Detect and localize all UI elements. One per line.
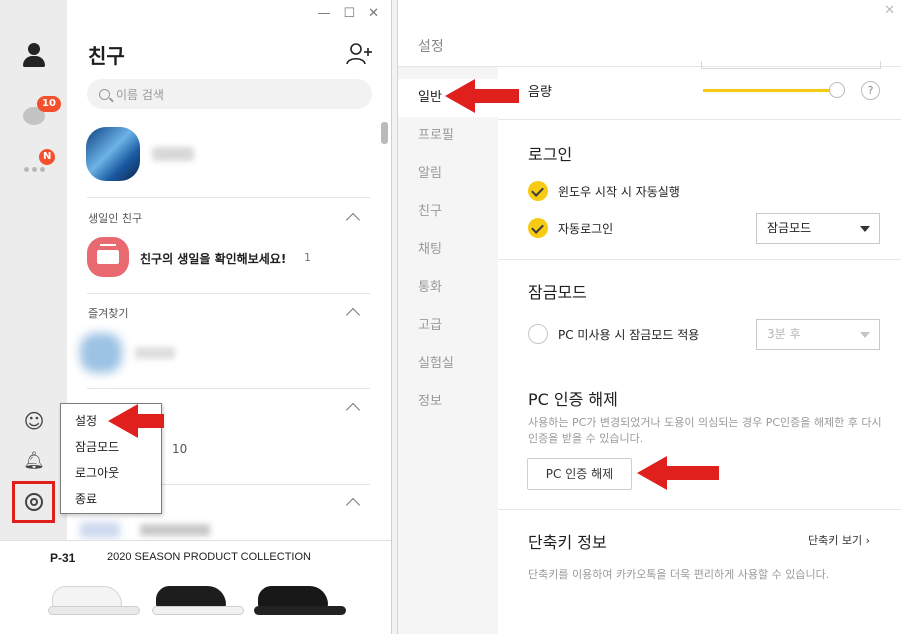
- pc-auth-release-button[interactable]: PC 인증 해제: [527, 458, 632, 490]
- settings-gear-button[interactable]: [12, 481, 55, 523]
- divider: [498, 119, 901, 120]
- birthday-count: 1: [304, 251, 311, 264]
- pc-auth-section-title: PC 인증 해제: [528, 390, 618, 409]
- cake-icon: [87, 237, 129, 277]
- black-sneaker-image: [254, 586, 346, 620]
- notification-button[interactable]: 🔔︎: [20, 447, 48, 475]
- shortcut-section-title: 단축키 정보: [528, 533, 607, 552]
- chats-tab[interactable]: 10: [17, 96, 61, 133]
- settings-nav: 일반 프로필 알림 친구 채팅 통화 고급 실험실 정보: [398, 67, 498, 634]
- auto-login-mode-value: 잠금모드: [767, 221, 812, 235]
- nav-item-profile[interactable]: 프로필: [398, 117, 498, 155]
- help-icon[interactable]: ?: [861, 81, 880, 100]
- menu-item-exit[interactable]: 종료: [61, 486, 161, 512]
- dropdown-arrow-icon: [860, 226, 870, 232]
- auto-login-checkbox[interactable]: [528, 218, 548, 238]
- chat-badge: 10: [37, 96, 61, 112]
- nav-item-advanced[interactable]: 고급: [398, 307, 498, 345]
- search-icon: [99, 88, 110, 100]
- ad-banner[interactable]: P-31 2020 SEASON PRODUCT COLLECTION: [0, 540, 391, 634]
- more-tab[interactable]: N: [17, 149, 56, 186]
- favorite-friend-blurred[interactable]: [80, 333, 180, 373]
- chevron-right-icon: ›: [865, 534, 871, 547]
- friend-row-blurred[interactable]: [80, 518, 220, 540]
- search-input[interactable]: 이름 검색: [87, 79, 372, 109]
- divider: [87, 388, 370, 389]
- emoticon-button[interactable]: ☺: [20, 407, 48, 435]
- bell-icon: 🔔︎: [23, 451, 45, 471]
- favorites-section-label: 즐겨찾기: [88, 307, 129, 320]
- add-friend-icon: [346, 43, 372, 65]
- my-profile-name-blurred: [152, 147, 194, 161]
- divider: [498, 259, 901, 260]
- divider: [87, 293, 370, 294]
- shortcut-description: 단축키를 이용하여 카카오톡을 더욱 편리하게 사용할 수 있습니다.: [528, 568, 830, 581]
- maximize-icon[interactable]: ☐: [343, 6, 355, 21]
- auto-login-mode-select[interactable]: 잠금모드: [756, 213, 880, 244]
- idle-time-value: 3분 후: [767, 327, 801, 341]
- gear-icon: [24, 493, 43, 511]
- more-badge: N: [39, 149, 56, 165]
- black-sneaker-image: [152, 586, 244, 620]
- close-icon[interactable]: ✕: [884, 3, 895, 18]
- group-count: 10: [172, 442, 188, 456]
- close-icon[interactable]: ✕: [368, 6, 379, 21]
- friends-tab[interactable]: [17, 38, 51, 72]
- auto-start-checkbox[interactable]: [528, 181, 548, 201]
- nav-item-lab[interactable]: 실험실: [398, 345, 498, 383]
- nav-item-chat[interactable]: 채팅: [398, 231, 498, 269]
- white-sneaker-image: [48, 586, 140, 620]
- idle-lock-label: PC 미사용 시 잠금모드 적용: [558, 328, 700, 342]
- settings-content: 음량 ? 로그인 윈도우 시작 시 자동실행 자동로그인 잠금모드 잠금모드 P…: [498, 61, 901, 634]
- settings-title: 설정: [418, 39, 444, 55]
- lock-section-title: 잠금모드: [528, 283, 587, 302]
- volume-slider-knob[interactable]: [829, 82, 845, 98]
- page-title: 친구: [88, 44, 125, 68]
- scrollbar[interactable]: [381, 122, 388, 144]
- chevron-up-icon[interactable]: [345, 402, 361, 418]
- shortcut-link-label: 단축키 보기: [808, 534, 863, 547]
- nav-item-call[interactable]: 통화: [398, 269, 498, 307]
- auto-start-label: 윈도우 시작 시 자동실행: [558, 185, 680, 199]
- more-dots-icon: [23, 166, 45, 172]
- divider: [498, 509, 901, 510]
- side-rail: 10 N ☺ 🔔︎: [0, 0, 67, 540]
- idle-time-select[interactable]: 3분 후: [756, 319, 880, 350]
- ad-code: P-31: [50, 551, 76, 565]
- person-icon: [23, 43, 45, 67]
- login-section-title: 로그인: [528, 145, 573, 164]
- chevron-up-icon[interactable]: [345, 307, 361, 323]
- nav-item-notifications[interactable]: 알림: [398, 155, 498, 193]
- dropdown-arrow-icon: [860, 332, 870, 338]
- birthday-banner[interactable]: 친구의 생일을 확인해보세요!: [140, 250, 286, 267]
- search-placeholder: 이름 검색: [116, 87, 164, 102]
- nav-item-info[interactable]: 정보: [398, 383, 498, 421]
- shortcut-view-link[interactable]: 단축키 보기 ›: [808, 532, 870, 548]
- ad-title: 2020 SEASON PRODUCT COLLECTION: [107, 551, 311, 563]
- friends-window: 10 N ☺ 🔔︎ — ☐ ✕ 친구 이름 검색 생일인 친구 친구의 생일을 …: [0, 0, 392, 634]
- smiley-icon: ☺: [23, 409, 45, 433]
- menu-item-logout[interactable]: 로그아웃: [61, 460, 161, 486]
- chevron-up-icon[interactable]: [345, 497, 361, 513]
- auto-login-label: 자동로그인: [558, 222, 614, 236]
- previous-field-edge: [701, 61, 881, 69]
- window-controls: — ☐ ✕: [317, 6, 379, 21]
- chevron-up-icon[interactable]: [345, 212, 361, 228]
- idle-lock-checkbox[interactable]: [528, 324, 548, 344]
- birthday-section-label: 생일인 친구: [88, 212, 143, 225]
- nav-item-friends[interactable]: 친구: [398, 193, 498, 231]
- my-profile-avatar[interactable]: [86, 127, 140, 181]
- pc-auth-description: 사용하는 PC가 변경되었거나 도용이 의심되는 경우 PC인증을 해제한 후 …: [528, 416, 882, 445]
- add-friend-button[interactable]: [346, 42, 374, 66]
- divider: [87, 197, 370, 198]
- volume-label: 음량: [528, 85, 552, 100]
- minimize-icon[interactable]: —: [317, 6, 330, 21]
- volume-slider-track[interactable]: [703, 89, 835, 92]
